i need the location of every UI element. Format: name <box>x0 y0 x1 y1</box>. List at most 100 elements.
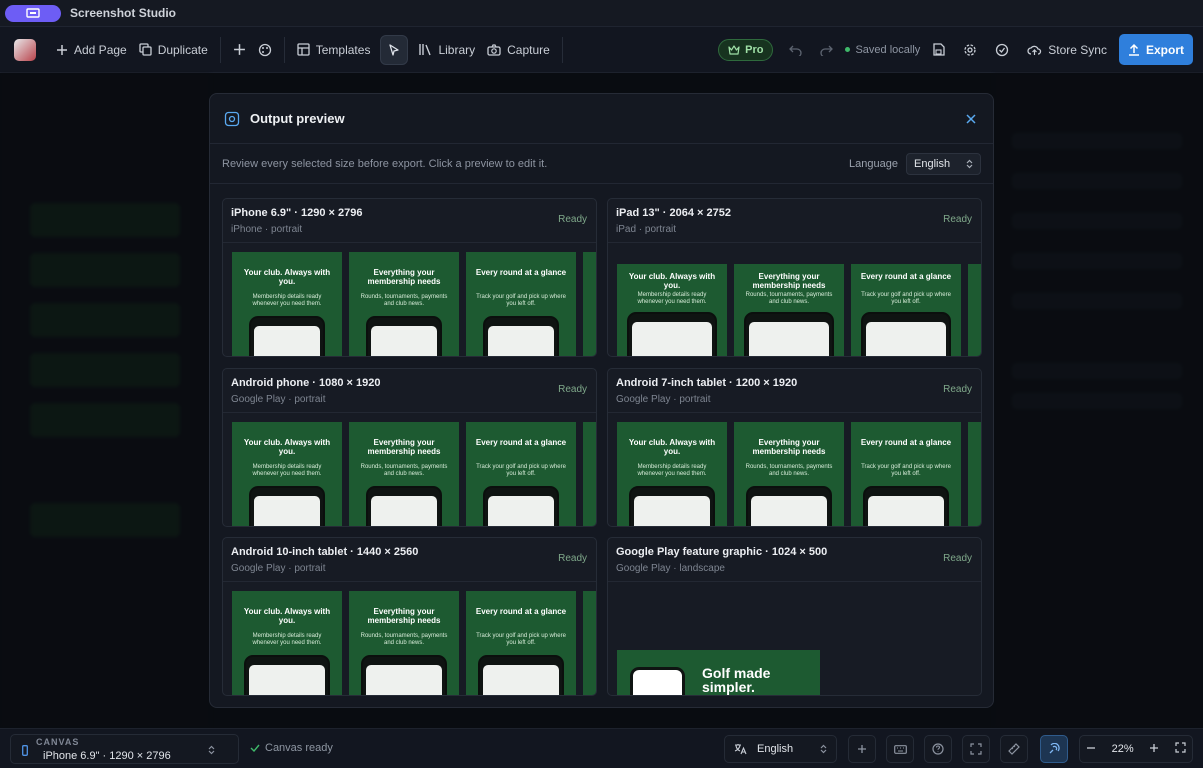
preview-card[interactable]: iPad 13" · 2064 × 2752 iPad · portrait R… <box>607 198 982 357</box>
keyboard-shortcuts-button[interactable] <box>886 735 914 763</box>
save-status-label: Saved locally <box>855 43 921 56</box>
redo-button[interactable] <box>814 35 839 65</box>
feature-graphic-thumbnail[interactable]: Golf made simpler. <box>617 650 820 695</box>
screenshot-thumbnail[interactable]: Every round at a glance Track your golf a… <box>466 252 576 356</box>
validate-button[interactable] <box>989 35 1015 65</box>
golf-app-icon <box>630 667 685 695</box>
duplicate-button[interactable]: Duplicate <box>133 35 214 65</box>
card-subtitle: Google Play · landscape <box>616 563 725 574</box>
feature-graphic-text: Golf made simpler. <box>702 665 771 695</box>
preview-card[interactable]: Android phone · 1080 × 1920 Google Play … <box>222 368 597 527</box>
palette-button[interactable] <box>252 35 278 65</box>
phone-mockup <box>249 316 325 356</box>
screenshot-thumbnail[interactable]: Every round at a glance Track your golf a… <box>466 422 576 526</box>
canvas-value: iPhone 6.9" · 1290 × 2796 <box>43 750 171 762</box>
screenshot-thumbnail[interactable] <box>583 591 596 695</box>
card-subtitle: Google Play · portrait <box>616 394 711 405</box>
add-language-button[interactable] <box>848 735 876 763</box>
language-switcher-value: English <box>757 743 794 755</box>
save-button[interactable] <box>926 35 951 65</box>
export-button[interactable]: Export <box>1118 34 1193 65</box>
select-tool-button[interactable] <box>380 34 409 65</box>
add-page-button[interactable]: Add Page <box>50 35 133 65</box>
screenshot-thumbnail[interactable]: Everything your membership needs Rounds, … <box>349 422 459 526</box>
screenshot-thumbnail[interactable]: Your club. Always with you. Membership de… <box>232 591 342 695</box>
save-status: Saved locally <box>845 44 920 56</box>
screenshot-thumbnail[interactable]: Every round at a glance Track your golf a… <box>466 591 576 695</box>
screenshot-thumbnail[interactable]: Your club. Always with you. Membership de… <box>232 252 342 356</box>
preview-card[interactable]: Android 10-inch tablet · 1440 × 2560 Goo… <box>222 537 597 696</box>
pro-label: Pro <box>745 43 764 56</box>
fit-screen-button[interactable] <box>962 735 990 763</box>
shot-subtitle: Track your golf and pick up where you le… <box>861 464 951 477</box>
magnet-icon <box>1049 743 1060 754</box>
shot-heading: Every round at a glance <box>860 438 952 447</box>
shot-subtitle: Rounds, tournaments, payments and club n… <box>360 464 448 477</box>
screenshot-thumbnail[interactable]: Everything your membership needs Rounds, … <box>349 252 459 356</box>
templates-label: Templates <box>315 42 371 57</box>
preview-card[interactable]: Android 7-inch tablet · 1200 × 1920 Goog… <box>607 368 982 527</box>
fullscreen-button[interactable] <box>1175 742 1186 756</box>
add-element-button[interactable] <box>227 35 252 65</box>
plus-icon <box>1150 743 1159 752</box>
language-switcher[interactable]: English <box>724 735 837 763</box>
shot-heading: Everything your membership needs <box>367 438 441 456</box>
store-sync-button[interactable]: Store Sync <box>1021 35 1113 65</box>
screenshot-thumbnail[interactable] <box>968 264 981 356</box>
canvas-select[interactable]: CANVAS iPhone 6.9" · 1290 × 2796 <box>10 734 239 764</box>
phone-icon <box>22 745 28 756</box>
plus-icon <box>233 44 245 55</box>
screenshot-strip: Your club. Always with you. Membership de… <box>232 591 596 695</box>
settings-button[interactable] <box>957 35 983 65</box>
language-label: Language <box>849 157 898 170</box>
undo-button[interactable] <box>783 35 808 65</box>
screenshot-thumbnail[interactable]: Everything your membership needs Rounds, … <box>734 264 844 356</box>
main-toolbar: Add Page Duplicate Templates Library Cap… <box>0 27 1203 73</box>
bottom-bar: CANVAS iPhone 6.9" · 1290 × 2796 Canvas … <box>0 728 1203 768</box>
screenshot-thumbnail[interactable] <box>583 252 596 356</box>
screenshot-thumbnail[interactable]: Every round at a glance Track your golf a… <box>851 422 961 526</box>
card-divider <box>608 412 981 413</box>
card-status: Ready <box>943 384 972 395</box>
dialog-subheader: Review every selected size before export… <box>210 144 993 184</box>
language-select[interactable]: English <box>906 152 981 175</box>
screenshot-strip: Your club. Always with you. Membership de… <box>617 264 981 356</box>
toolbar-divider <box>219 36 221 63</box>
zoom-in-button[interactable] <box>1149 743 1159 756</box>
zoom-control: 22% <box>1079 735 1193 763</box>
shot-heading: Every round at a glance <box>475 438 567 447</box>
tablet-mockup <box>863 486 949 526</box>
tablet-mockup <box>746 486 832 526</box>
card-title: Android 7-inch tablet · 1200 × 1920 <box>616 377 798 389</box>
shot-subtitle: Track your golf and pick up where you le… <box>476 294 566 307</box>
zoom-out-button[interactable] <box>1086 743 1096 756</box>
ruler-button[interactable] <box>1000 735 1028 763</box>
screenshot-thumbnail[interactable]: Your club. Always with you. Membership de… <box>617 422 727 526</box>
snap-button[interactable] <box>1040 735 1068 763</box>
add-page-label: Add Page <box>74 42 127 57</box>
screenshot-thumbnail[interactable]: Everything your membership needs Rounds, … <box>349 591 459 695</box>
app-icon[interactable] <box>5 4 61 22</box>
templates-button[interactable]: Templates <box>291 35 377 65</box>
preview-card[interactable]: iPhone 6.9" · 1290 × 2796 iPhone · portr… <box>222 198 597 357</box>
preview-card[interactable]: Google Play feature graphic · 1024 × 500… <box>607 537 982 696</box>
screenshot-thumbnail[interactable] <box>968 422 981 526</box>
upload-icon <box>1128 43 1139 56</box>
screenshot-thumbnail[interactable]: Your club. Always with you. Membership de… <box>232 422 342 526</box>
cloud-upload-icon <box>1027 45 1042 55</box>
card-title: iPhone 6.9" · 1290 × 2796 <box>231 207 363 219</box>
screenshot-thumbnail[interactable]: Everything your membership needs Rounds, … <box>734 422 844 526</box>
close-button[interactable] <box>963 111 979 127</box>
library-button[interactable]: Library <box>412 35 481 65</box>
card-divider <box>223 581 596 582</box>
pro-badge[interactable]: Pro <box>718 38 774 61</box>
screenshot-thumbnail[interactable]: Every round at a glance Track your golf a… <box>851 264 961 356</box>
card-subtitle: Google Play · portrait <box>231 563 326 574</box>
screenshot-thumbnail[interactable] <box>583 422 596 526</box>
gear-icon <box>964 43 976 56</box>
capture-button[interactable]: Capture <box>481 35 556 65</box>
screenshot-thumbnail[interactable]: Your club. Always with you. Membership de… <box>617 264 727 356</box>
expand-icon <box>970 743 982 755</box>
help-button[interactable] <box>924 735 952 763</box>
shot-subtitle: Membership details ready whenever you ne… <box>252 464 322 477</box>
